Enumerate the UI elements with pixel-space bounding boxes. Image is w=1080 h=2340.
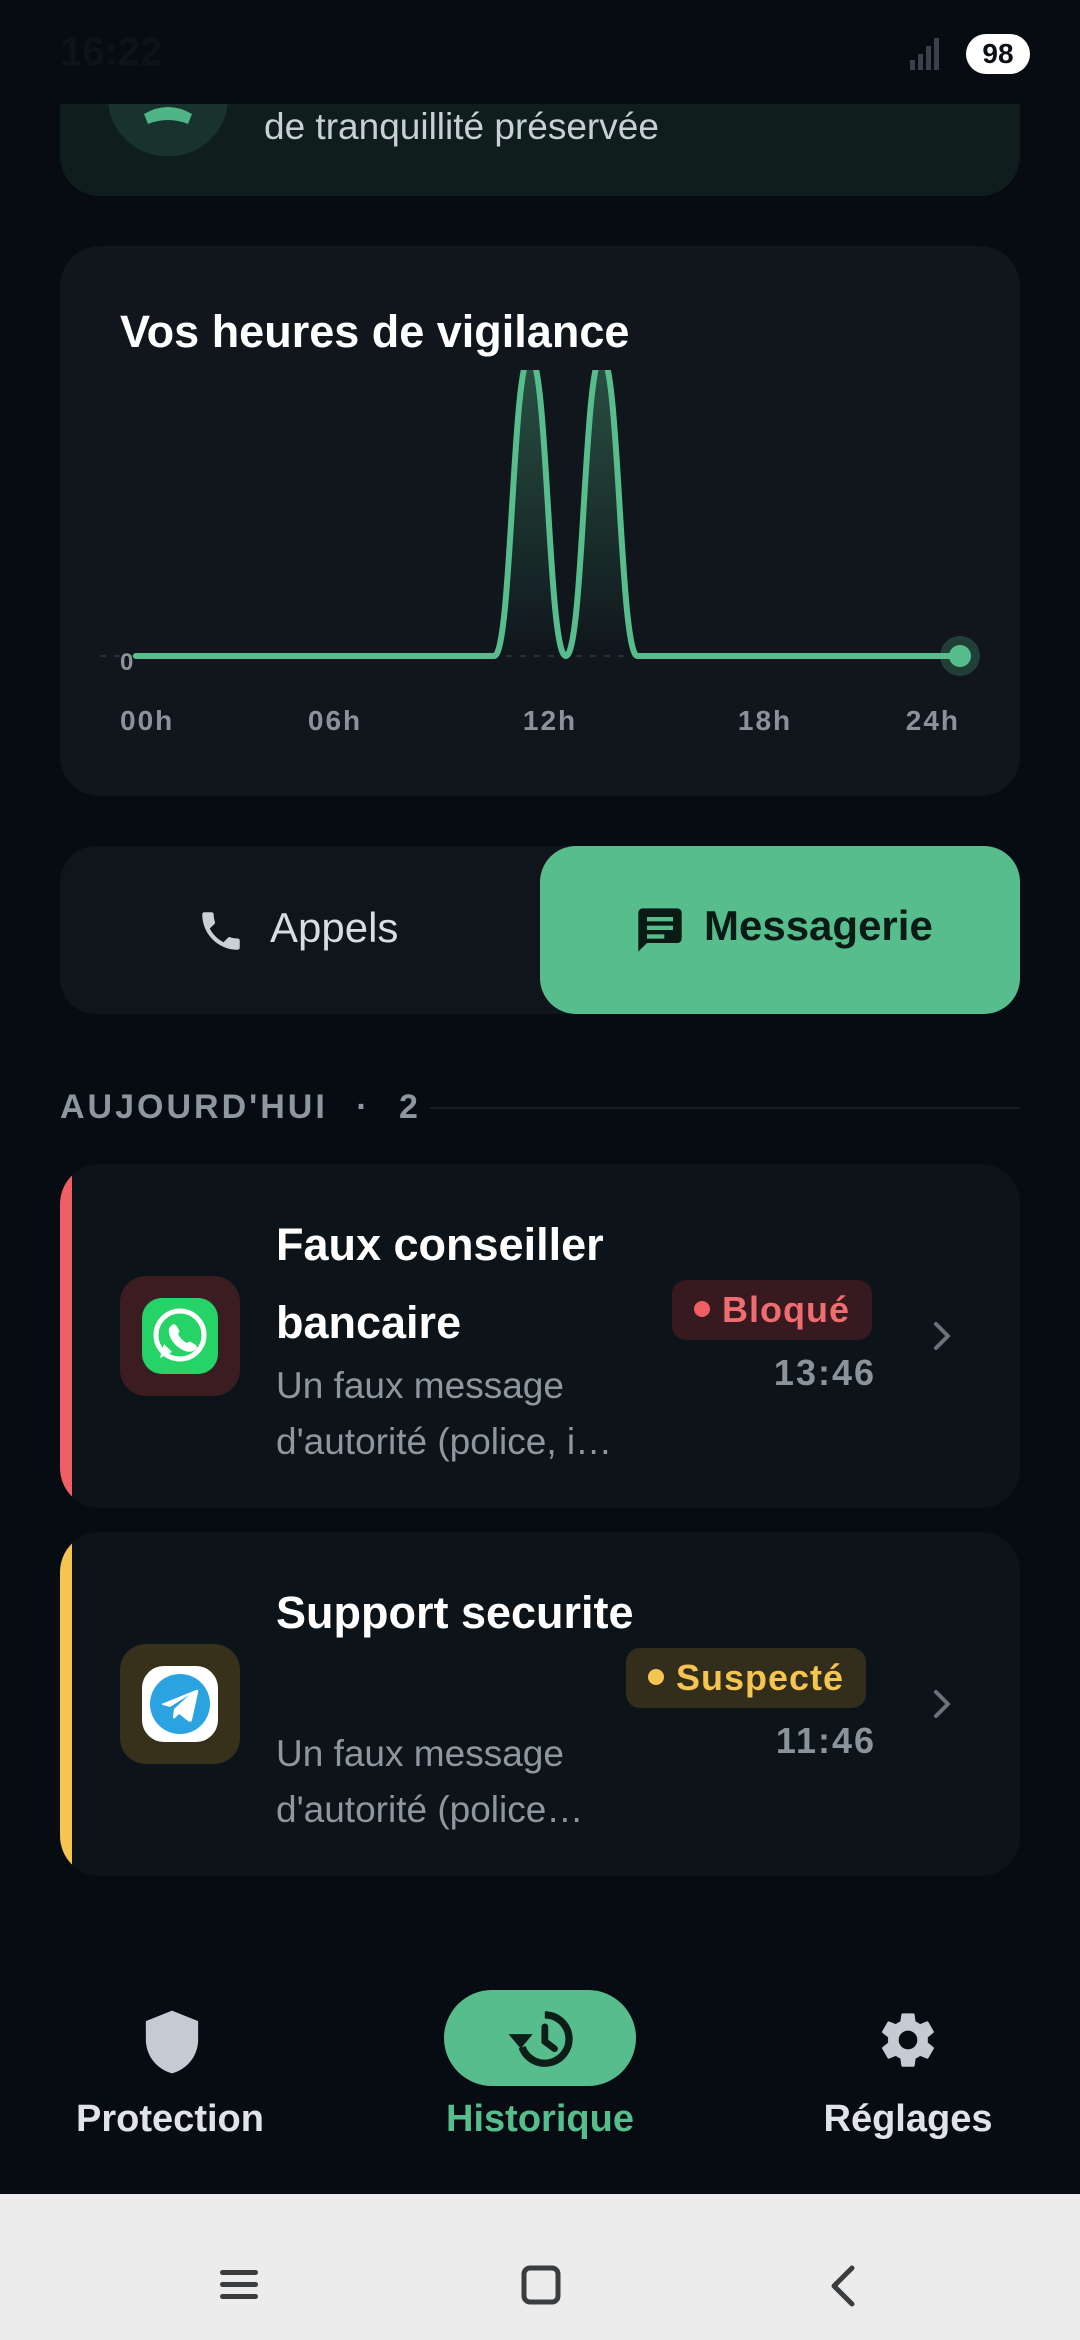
battery-indicator: 98 <box>966 34 1030 74</box>
status-badge: Bloqué <box>672 1280 872 1340</box>
chevron-right-icon <box>934 1322 950 1350</box>
item-time: 11:46 <box>775 1720 876 1761</box>
section-header-today: AUJOURD'HUI · 2 <box>60 1088 421 1127</box>
shield-icon <box>145 2010 199 2074</box>
section-separator: · <box>356 1088 371 1126</box>
status-badge-label: Bloqué <box>722 1289 850 1330</box>
item-title: Support securite <box>276 1587 634 1638</box>
history-icon <box>508 2011 573 2067</box>
item-description: Un faux message d'autorité (police… <box>276 1733 584 1830</box>
status-badge: Suspecté <box>626 1648 867 1708</box>
signal-icon <box>910 38 939 70</box>
message-icon <box>638 908 682 952</box>
whatsapp-icon <box>120 1276 240 1396</box>
status-time: 16:22 <box>60 30 163 74</box>
section-label: AUJOURD'HUI <box>60 1088 328 1126</box>
status-stripe <box>60 1164 72 1508</box>
system-nav-bar <box>0 2194 1080 2340</box>
section-divider <box>430 1107 1020 1109</box>
item-description: Un faux message d'autorité (police, i… <box>276 1365 613 1462</box>
status-dot <box>694 1301 710 1318</box>
menu-icon[interactable] <box>218 2268 260 2302</box>
nav-protection-label: Protection <box>76 2098 264 2140</box>
status-dot <box>648 1669 664 1686</box>
vigilance-chart: 1 0 00h 06h 12h 18h 24h <box>100 370 980 736</box>
tab-calls-label: Appels <box>270 904 399 951</box>
chart-title: Vos heures de vigilance <box>120 306 630 357</box>
gear-icon <box>882 2013 934 2067</box>
status-bar: 16:22 98 <box>0 0 1080 104</box>
status-stripe <box>60 1532 72 1876</box>
x-tick-label: 12h <box>523 705 577 736</box>
protection-summary-text: de tranquillité préservée <box>264 106 659 147</box>
nav-reglages-label: Réglages <box>823 2098 993 2140</box>
x-tick-label: 00h <box>120 705 174 736</box>
phone-icon <box>202 912 240 950</box>
section-count: 2 <box>399 1088 421 1126</box>
x-tick-label: 06h <box>308 705 362 736</box>
nav-historique-label: Historique <box>446 2098 634 2140</box>
y-tick-label: 1 <box>120 370 133 376</box>
chevron-right-icon <box>934 1690 950 1718</box>
x-tick-label: 18h <box>738 705 792 736</box>
x-tick-label: 24h <box>906 705 960 736</box>
home-icon[interactable] <box>520 2264 562 2306</box>
back-icon[interactable] <box>826 2264 860 2308</box>
item-title: Faux conseiller bancaire <box>276 1219 604 1348</box>
telegram-icon <box>120 1644 240 1764</box>
series-end-point <box>949 645 971 667</box>
y-tick-label: 0 <box>120 649 133 676</box>
tab-messaging-label: Messagerie <box>704 902 933 949</box>
item-time: 13:46 <box>773 1352 876 1393</box>
status-badge-label: Suspecté <box>676 1657 845 1698</box>
